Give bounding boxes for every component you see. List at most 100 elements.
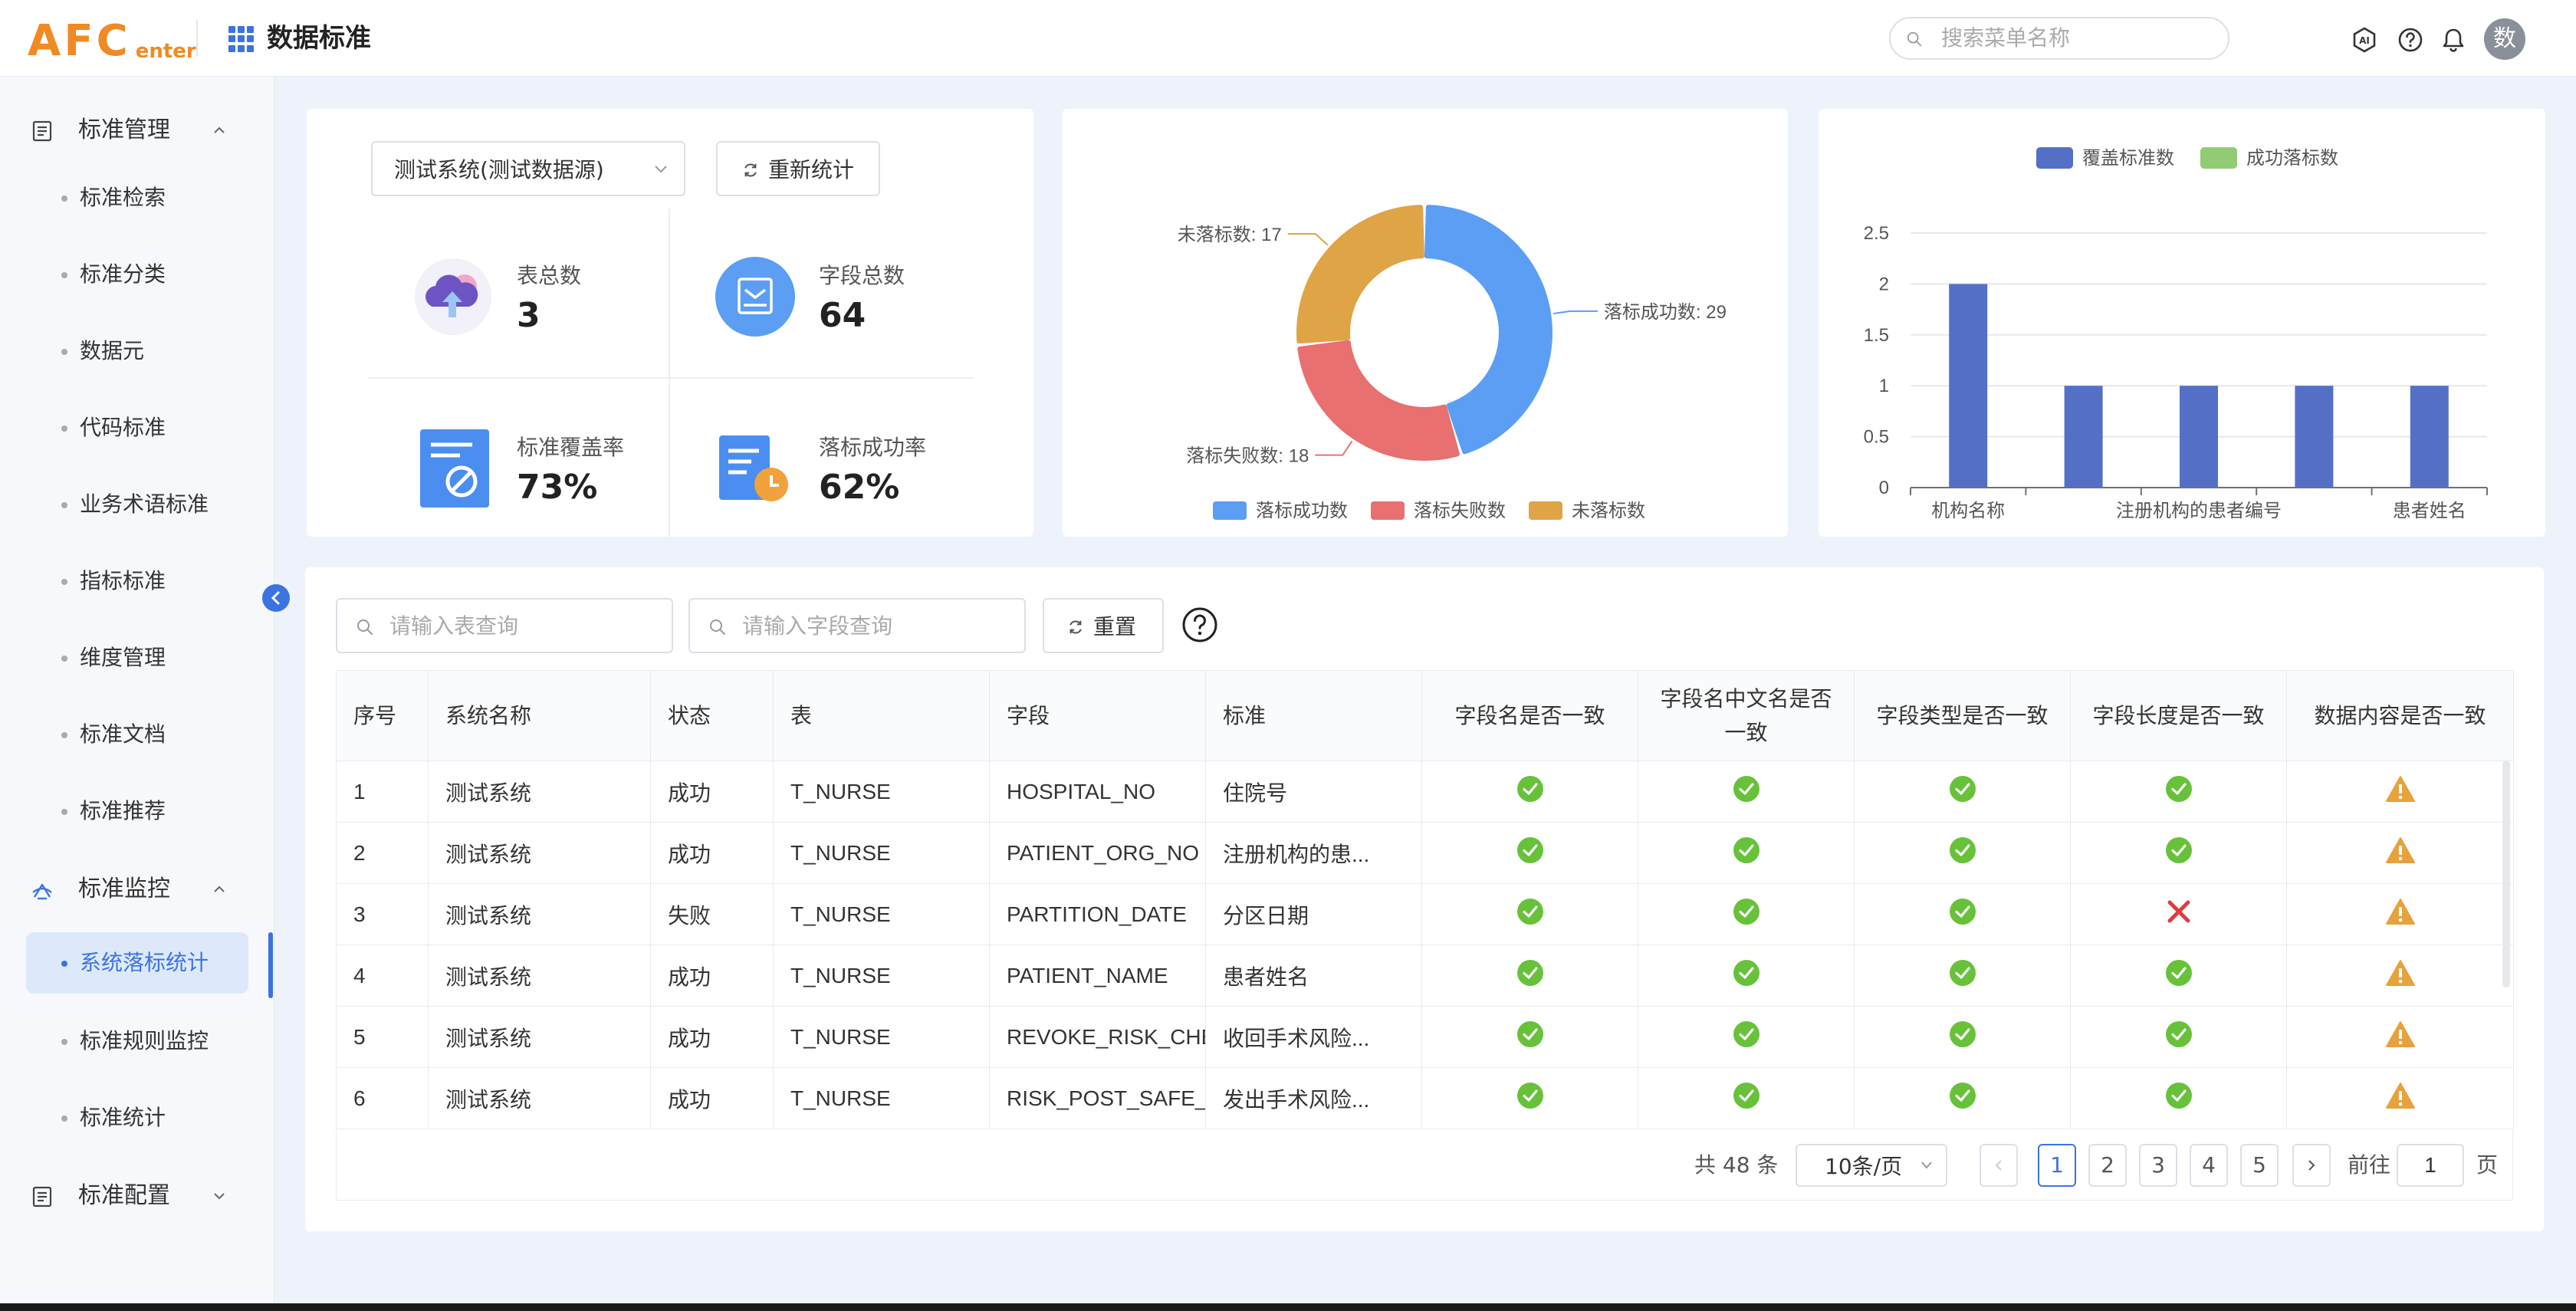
chevron-down-icon [214, 1193, 225, 1200]
donut-chart-card: 落标成功数: 29 落标失败数: 18 未落标数: 17 落标成功数 落标失败数 未落标… [1063, 109, 1788, 537]
field-filter-box[interactable] [688, 598, 1026, 653]
standard-link[interactable]: 注册机构的患... [1205, 822, 1422, 884]
donut-slice-1[interactable] [1297, 340, 1460, 461]
check-cell [1854, 761, 2071, 823]
bar-2[interactable] [2180, 386, 2218, 488]
legend-label[interactable]: 覆盖标准数 [2082, 148, 2174, 169]
goto-page-input[interactable] [2397, 1144, 2464, 1187]
help-icon[interactable] [2397, 26, 2424, 54]
legend-label[interactable]: 未落标数 [1572, 501, 1645, 521]
check-cell [1421, 761, 1638, 823]
bell-icon[interactable] [2440, 26, 2467, 54]
legend-label[interactable]: 落标成功数 [1256, 501, 1348, 521]
check-circle-icon [1949, 1021, 1976, 1047]
sidebar-item-standard-recommend[interactable]: 标准推荐 [26, 780, 248, 842]
sidebar-item-standard-stats[interactable]: 标准统计 [26, 1087, 248, 1148]
document-icon [32, 1186, 52, 1208]
bar-1[interactable] [2064, 386, 2103, 488]
refresh-icon [1070, 620, 1082, 634]
sidebar-item-dimension[interactable]: 维度管理 [26, 627, 248, 688]
chevron-left-icon [271, 591, 280, 605]
sidebar-item-system-stats[interactable]: 系统落标统计 [26, 932, 248, 994]
table-row[interactable]: 6 测试系统 成功 T_NURSE RISK_POST_SAFE_C 发出手术风险... [336, 1067, 2514, 1129]
check-circle-icon [1733, 837, 1760, 863]
menu-group-standard-monitor[interactable]: 标准监控 [31, 866, 261, 912]
app-grid-icon[interactable] [228, 26, 255, 52]
bar-3[interactable] [2295, 386, 2334, 488]
y-tick-label: 1 [1879, 376, 1889, 396]
stat-label: 表总数 [517, 263, 582, 288]
sidebar-item-business-term[interactable]: 业务术语标准 [26, 474, 248, 535]
question-circle-icon[interactable] [1181, 606, 1219, 644]
table-filter-box[interactable] [336, 598, 673, 653]
menu-search-box[interactable] [1889, 17, 2229, 60]
standard-link[interactable]: 收回手术风险... [1205, 1006, 1422, 1068]
standard-link[interactable]: 住院号 [1205, 761, 1422, 823]
table-filter-input[interactable] [389, 612, 658, 641]
bar-0[interactable] [1949, 284, 1988, 488]
standard-link[interactable]: 患者姓名 [1205, 945, 1422, 1007]
warning-icon [2385, 1021, 2415, 1047]
legend-label[interactable]: 落标失败数 [1414, 501, 1506, 521]
document-clock-icon [719, 435, 788, 501]
page-size-select[interactable]: 10条/页 [1796, 1144, 1947, 1187]
reset-label: 重置 [1093, 614, 1137, 639]
menu-search-input[interactable] [1941, 25, 2217, 52]
reset-button[interactable]: 重置 [1043, 598, 1164, 653]
check-circle-icon [1733, 1083, 1760, 1109]
sidebar-item-standard-doc[interactable]: 标准文档 [26, 704, 248, 765]
check-circle-icon [1733, 776, 1760, 802]
afc-logo[interactable]: AFC enter [28, 14, 196, 64]
table-name-cell: T_NURSE [773, 761, 990, 823]
page-5-button[interactable]: 5 [2240, 1144, 2279, 1187]
sidebar-item-standard-category[interactable]: 标准分类 [26, 244, 248, 305]
ai-icon[interactable]: AI [2351, 26, 2378, 54]
sidebar-item-label: 数据元 [80, 338, 145, 363]
check-circle-icon [2165, 1021, 2192, 1047]
y-tick-label: 1.5 [1864, 325, 1889, 346]
bar-4[interactable] [2410, 386, 2449, 488]
chevron-right-icon [2308, 1160, 2315, 1171]
system-select[interactable]: 测试系统(测试数据源) [371, 141, 685, 196]
page-2-button[interactable]: 2 [2088, 1144, 2127, 1187]
field-filter-input[interactable] [742, 612, 1010, 641]
sidebar-item-rule-monitor[interactable]: 标准规则监控 [26, 1010, 248, 1072]
stat-value: 73% [517, 468, 598, 507]
sidebar-item-code-standard[interactable]: 代码标准 [26, 397, 248, 458]
user-avatar[interactable]: 数 [2484, 18, 2525, 60]
legend-label[interactable]: 成功落标数 [2246, 148, 2338, 169]
menu-group-standard-config[interactable]: 标准配置 [31, 1173, 261, 1219]
page-1-button[interactable]: 1 [2038, 1144, 2076, 1187]
table-row[interactable]: 5 测试系统 成功 T_NURSE REVOKE_RISK_CHE 收回手术风险... [336, 1006, 2514, 1068]
check-cell [2286, 761, 2514, 823]
table-row[interactable]: 2 测试系统 成功 T_NURSE PATIENT_ORG_NO 注册机构的患... [336, 822, 2514, 884]
table-row[interactable]: 4 测试系统 成功 T_NURSE PATIENT_NAME 患者姓名 [336, 945, 2514, 1007]
sidebar-item-label: 系统落标统计 [80, 950, 209, 975]
sidebar-item-standard-search[interactable]: 标准检索 [26, 167, 248, 228]
app-title: 数据标准 [267, 23, 371, 54]
recount-button[interactable]: 重新统计 [716, 141, 880, 196]
check-cell [1421, 1067, 1638, 1129]
table-scrollbar[interactable] [2502, 761, 2510, 987]
standard-link[interactable]: 发出手术风险... [1205, 1067, 1422, 1129]
legend-swatch [1213, 501, 1247, 520]
next-page-button[interactable] [2292, 1144, 2331, 1187]
page-3-button[interactable]: 3 [2139, 1144, 2177, 1187]
donut-slice-2[interactable] [1296, 205, 1424, 344]
standard-link[interactable]: 分区日期 [1205, 883, 1422, 945]
table-row[interactable]: 1 测试系统 成功 T_NURSE HOSPITAL_NO 住院号 [336, 761, 2514, 823]
sidebar-item-label: 标准文档 [80, 721, 166, 747]
prev-page-button[interactable] [1980, 1144, 2018, 1187]
page-4-button[interactable]: 4 [2190, 1144, 2228, 1187]
sidebar-item-data-element[interactable]: 数据元 [26, 320, 248, 382]
warning-icon [2385, 776, 2415, 802]
warning-icon [2385, 1083, 2415, 1109]
sidebar-collapse-button[interactable] [262, 584, 290, 612]
sidebar-item-metric-standard[interactable]: 指标标准 [26, 550, 248, 612]
check-cell [1421, 822, 1638, 884]
document-block-icon [420, 429, 489, 508]
sidebar-item-label: 标准推荐 [80, 798, 166, 823]
check-cell [1638, 1067, 1855, 1129]
menu-group-standard-management[interactable]: 标准管理 [31, 107, 261, 153]
table-row[interactable]: 3 测试系统 失败 T_NURSE PARTITION_DATE 分区日期 [336, 883, 2514, 945]
